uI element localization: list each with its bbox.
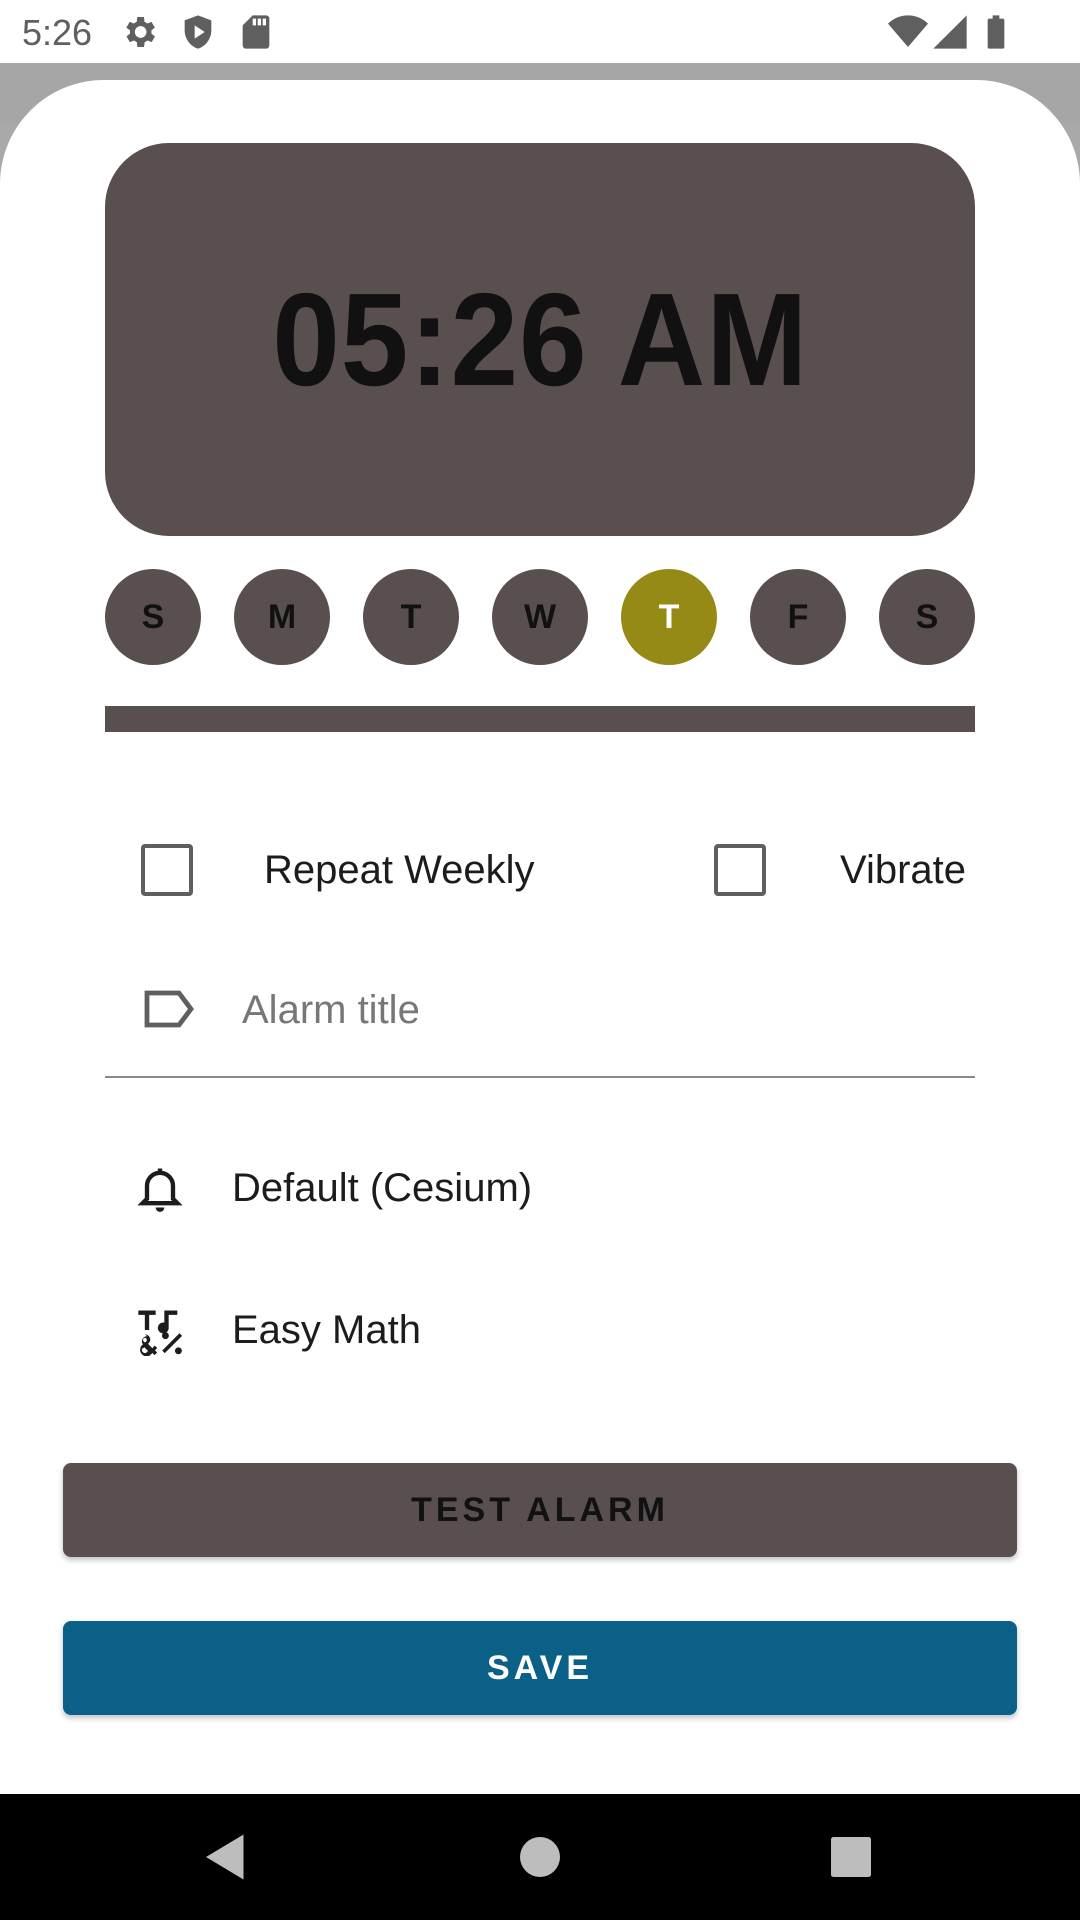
vibrate-label: Vibrate [840, 847, 967, 892]
alarm-title-input[interactable] [242, 980, 942, 1040]
day-wednesday[interactable]: W [492, 569, 588, 665]
status-bar: 5:26 [0, 0, 1080, 63]
repeat-weekly-checkbox[interactable] [141, 844, 193, 896]
day-tuesday[interactable]: T [363, 569, 459, 665]
label-tag-icon [143, 988, 195, 1030]
day-monday[interactable]: M [234, 569, 330, 665]
recents-icon[interactable] [821, 1827, 881, 1887]
vibrate-checkbox[interactable] [714, 844, 766, 896]
ringtone-label: Default (Cesium) [232, 1165, 533, 1210]
wifi-icon [888, 12, 928, 52]
status-time: 5:26 [22, 12, 93, 53]
repeat-weekly-label: Repeat Weekly [264, 847, 535, 892]
day-saturday[interactable]: S [879, 569, 975, 665]
back-icon[interactable] [196, 1827, 256, 1887]
vibrate-checkbox-row[interactable]: Vibrate [714, 840, 966, 900]
time-picker-card[interactable]: 05:26 AM [105, 143, 975, 536]
day-friday[interactable]: F [750, 569, 846, 665]
signal-icon [930, 12, 970, 52]
sd-card-icon [236, 12, 276, 52]
shield-play-icon [178, 12, 218, 52]
challenge-option[interactable]: Easy Math [130, 1295, 421, 1365]
battery-icon [976, 12, 1016, 52]
section-divider [105, 706, 975, 732]
alarm-time[interactable]: 05:26 AM [272, 264, 808, 415]
bell-icon [130, 1158, 190, 1218]
test-alarm-button[interactable]: TEST ALARM [63, 1463, 1017, 1557]
save-button[interactable]: SAVE [63, 1621, 1017, 1715]
home-icon[interactable] [510, 1827, 570, 1887]
weekday-selector: S M T W T F S [105, 569, 975, 665]
settings-icon [119, 12, 159, 52]
navigation-bar [0, 1794, 1080, 1920]
math-symbols-icon [130, 1300, 190, 1360]
repeat-weekly-checkbox-row[interactable]: Repeat Weekly [141, 840, 535, 900]
day-thursday[interactable]: T [621, 569, 717, 665]
challenge-label: Easy Math [232, 1307, 421, 1352]
alarm-title-field[interactable] [105, 970, 975, 1078]
day-sunday[interactable]: S [105, 569, 201, 665]
screen: 5:26 05:26 AM S M T W T F S Repeat Weekl… [0, 0, 1080, 1920]
ringtone-option[interactable]: Default (Cesium) [130, 1153, 532, 1223]
